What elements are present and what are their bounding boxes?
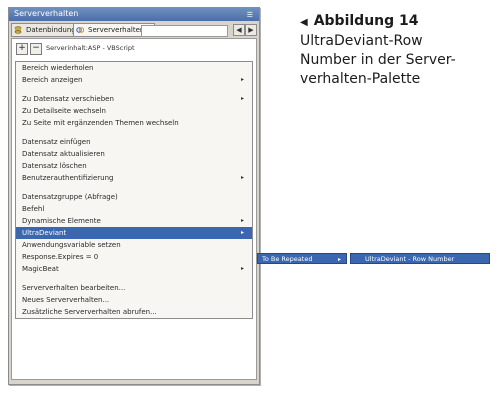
panel-content: + − Serverinhalt:ASP - VBScript Bereich … — [11, 38, 257, 380]
menu-item-label: Dynamische Elemente — [22, 217, 101, 225]
menu-item[interactable]: MagicBeat ▸ — [16, 263, 252, 275]
menu-item[interactable]: Bereich wiederholen — [16, 62, 252, 74]
menu-item-label: Datensatz einfügen — [22, 138, 91, 146]
submenu-arrow-icon: ▸ — [337, 256, 341, 263]
menu-item-label: Response.Expires = 0 — [22, 253, 99, 261]
menu-item-label: Bereich wiederholen — [22, 64, 94, 72]
menu-item-label: UltraDeviant — [22, 229, 67, 237]
tab-strip-spacer — [141, 25, 228, 37]
panel-tabs: Datenbindungen Serververhalten ◀ ▶ — [11, 22, 257, 37]
menu-item[interactable]: Datensatz einfügen — [16, 136, 252, 148]
menu-item[interactable]: Response.Expires = 0 — [16, 251, 252, 263]
caption-line: UltraDeviant-Row — [300, 33, 423, 49]
menu-separator — [16, 129, 252, 136]
submenu-arrow-icon: ▸ — [240, 174, 244, 181]
scroll-left-icon[interactable]: ◀ — [233, 24, 245, 36]
caption-heading: Abbildung 14 — [313, 13, 419, 29]
submenu-arrow-icon: ▸ — [240, 229, 244, 236]
caption-line: Number in der Server- — [300, 52, 456, 68]
add-behavior-button[interactable]: + — [16, 43, 28, 55]
menu-item-label: Datensatz aktualisieren — [22, 150, 105, 158]
menu-item-label: Benutzerauthentifizierung — [22, 174, 114, 182]
menu-item[interactable]: Datensatzgruppe (Abfrage) — [16, 191, 252, 203]
menu-item[interactable]: Benutzerauthentifizierung ▸ — [16, 172, 252, 184]
menu-item[interactable]: Datensatz löschen — [16, 160, 252, 172]
menu-item-label: Serververhalten bearbeiten... — [22, 284, 126, 292]
submenu-arrow-icon: ▸ — [240, 95, 244, 102]
menu-item-label: Neues Serververhalten... — [22, 296, 110, 304]
menu-item[interactable]: Befehl — [16, 203, 252, 215]
menu-item-label: Befehl — [22, 205, 45, 213]
server-behaviors-menu: Bereich wiederholen Bereich anzeigen ▸ Zu D… — [15, 61, 253, 319]
server-behaviors-panel: Serververhalten ☰ Datenbindungen Serverv… — [8, 7, 260, 385]
figure-caption: ◀ Abbildung 14 UltraDeviant-Row Number in… — [300, 12, 503, 89]
menu-item[interactable]: Zu Detailseite wechseln — [16, 105, 252, 117]
database-icon — [14, 26, 22, 34]
caption-line: verhalten-Palette — [300, 71, 421, 87]
submenu-arrow-icon: ▸ — [240, 76, 244, 83]
menu-item[interactable]: Bereich anzeigen ▸ — [16, 74, 252, 86]
server-behavior-icon — [76, 27, 84, 33]
menu-item-label: Zu Seite mit ergänzenden Themen wechseln — [22, 119, 179, 127]
menu-item-label: Datensatzgruppe (Abfrage) — [22, 193, 118, 201]
scroll-right-icon[interactable]: ▶ — [245, 24, 257, 36]
menu-item-label: Bereich anzeigen — [22, 76, 83, 84]
menu-separator — [16, 275, 252, 282]
panel-titlebar[interactable]: Serververhalten ☰ — [9, 8, 259, 21]
menu-item[interactable]: Zu Seite mit ergänzenden Themen wechseln — [16, 117, 252, 129]
caption-arrow-icon: ◀ — [300, 17, 308, 28]
menu-separator — [16, 86, 252, 93]
menu-item-label: MagicBeat — [22, 265, 59, 273]
submenu-arrow-icon: ▸ — [240, 265, 244, 272]
menu-item[interactable]: Anwendungsvariable setzen — [16, 239, 252, 251]
menu-item-label: Datensatz löschen — [22, 162, 87, 170]
submenu-item-to-be-repeated[interactable]: To Be Repeated ▸ — [257, 253, 347, 264]
menu-item-label: Zu Datensatz verschieben — [22, 95, 114, 103]
menu-item[interactable]: UltraDeviant ▸ — [16, 227, 252, 239]
panel-options-icon[interactable]: ☰ — [247, 11, 253, 19]
menu-item[interactable]: Dynamische Elemente ▸ — [16, 215, 252, 227]
menu-item[interactable]: Datensatz aktualisieren — [16, 148, 252, 160]
remove-behavior-button[interactable]: − — [30, 43, 42, 55]
menu-item[interactable]: Zu Datensatz verschieben ▸ — [16, 93, 252, 105]
submenu-label: To Be Repeated — [262, 255, 313, 263]
menu-item-label: Zu Detailseite wechseln — [22, 107, 106, 115]
menu-item[interactable]: Serververhalten bearbeiten... — [16, 282, 252, 294]
document-type-label: Serverinhalt:ASP - VBScript — [46, 44, 135, 52]
submenu-arrow-icon: ▸ — [240, 217, 244, 224]
submenu-item-row-number[interactable]: UltraDeviant - Row Number — [350, 253, 490, 264]
tab-label: Serververhalten — [88, 26, 145, 34]
menu-item[interactable]: Zusätzliche Serververhalten abrufen... — [16, 306, 252, 318]
menu-item-label: Zusätzliche Serververhalten abrufen... — [22, 308, 157, 316]
menu-item-label: Anwendungsvariable setzen — [22, 241, 121, 249]
submenu-label: UltraDeviant - Row Number — [365, 255, 455, 263]
menu-item[interactable]: Neues Serververhalten... — [16, 294, 252, 306]
menu-separator — [16, 184, 252, 191]
panel-title: Serververhalten — [14, 9, 79, 18]
caption-heading-line: ◀ Abbildung 14 — [300, 12, 503, 32]
